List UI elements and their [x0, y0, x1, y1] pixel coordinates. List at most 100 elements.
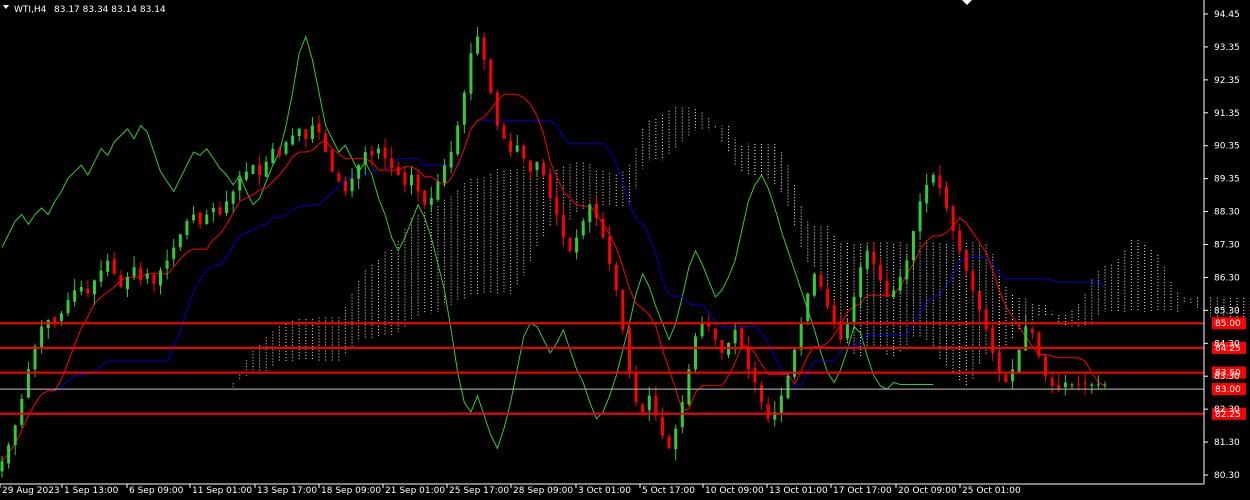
candle-body — [720, 339, 724, 353]
candle-body — [284, 142, 288, 154]
x-axis-ticks: 29 Aug 2023 1 Sep 13:00 6 Sep 09:00 11 Sep … — [0, 484, 1021, 496]
price-chart[interactable]: 85.00 84.25 83.50 82.25 83.00 94.45 93.35 92.3… — [0, 0, 1250, 500]
candle-body — [152, 274, 156, 284]
candle-body — [766, 404, 770, 419]
candle-body — [925, 184, 929, 204]
candle-body — [627, 328, 631, 373]
candle-body — [436, 181, 440, 200]
x-tick-label: 13 Sep 17:00 — [257, 486, 317, 496]
x-tick-label: 11 Sep 01:00 — [192, 486, 252, 496]
candle-body — [931, 175, 935, 183]
candle-body — [238, 178, 242, 191]
candle-body — [561, 215, 565, 238]
candles — [0, 27, 1107, 478]
candle-body — [581, 221, 585, 236]
candle-body — [528, 160, 532, 172]
candle-body — [317, 123, 321, 133]
chart-canvas[interactable]: 85.0084.2583.5082.2583.00 94.4593.3592.3… — [0, 0, 1250, 500]
candle-body — [66, 300, 70, 314]
candle-body — [86, 288, 90, 294]
x-tick-label: 29 Aug 2023 — [2, 486, 60, 496]
candle-body — [139, 267, 143, 281]
x-tick-label: 13 Oct 01:00 — [769, 486, 828, 496]
candle-body — [687, 369, 691, 405]
y-tick-label: 86.30 — [1214, 273, 1240, 283]
candle-body — [964, 250, 968, 271]
candle-body — [951, 206, 955, 232]
candle-body — [918, 201, 922, 232]
candle-body — [542, 162, 546, 176]
candle-body — [79, 286, 83, 292]
candle-body — [872, 252, 876, 264]
candle-body — [416, 175, 420, 192]
candle-body — [258, 164, 262, 176]
candle-body — [443, 165, 447, 184]
candle-body — [878, 265, 882, 281]
x-tick-label: 28 Sep 09:00 — [513, 486, 573, 496]
candle-body — [753, 368, 757, 383]
candle-body — [1077, 384, 1081, 386]
y-tick-label: 89.35 — [1214, 175, 1240, 185]
x-tick-label: 25 Oct 01:00 — [962, 486, 1021, 496]
candle-body — [654, 395, 658, 416]
candle-body — [145, 273, 149, 279]
candle-body — [205, 214, 209, 224]
candle-body — [971, 271, 975, 291]
x-tick-label: 21 Sep 01:00 — [385, 486, 445, 496]
y-tick-label: 84.30 — [1214, 339, 1240, 349]
candle-body — [984, 309, 988, 330]
shift-marker-icon[interactable] — [962, 0, 972, 5]
x-tick-label: 25 Sep 17:00 — [449, 486, 509, 496]
candle-body — [456, 125, 460, 155]
candle-body — [390, 158, 394, 169]
candle-body — [594, 204, 598, 218]
candle-body — [99, 270, 103, 282]
candle-body — [231, 191, 235, 204]
candle-body — [7, 445, 11, 464]
candle-body — [555, 197, 559, 215]
candle-body — [370, 151, 374, 156]
candle-body — [522, 145, 526, 159]
candle-body — [165, 260, 169, 269]
candle-body — [1090, 384, 1094, 386]
chart-header[interactable]: WTI,H4 83.17 83.34 83.14 83.14 — [3, 0, 972, 15]
ichimoku-cloud — [232, 107, 1250, 388]
candle-body — [218, 207, 222, 215]
y-tick-label: 91.35 — [1214, 109, 1240, 119]
candle-body — [641, 404, 645, 413]
candle-body — [92, 280, 96, 295]
candle-body — [383, 147, 387, 159]
y-tick-label: 87.30 — [1214, 241, 1240, 251]
candle-body — [845, 323, 849, 339]
triangle-down-icon[interactable] — [3, 5, 9, 9]
candle-body — [20, 398, 24, 425]
candle-body — [337, 173, 341, 182]
candle-body — [376, 148, 380, 154]
candle-body — [449, 151, 453, 168]
candle-body — [1057, 384, 1061, 390]
candle-body — [264, 161, 268, 177]
candle-body — [409, 175, 413, 186]
y-tick-label: 92.35 — [1214, 76, 1240, 86]
candle-body — [832, 305, 836, 324]
y-axis-ticks: 94.45 93.35 92.35 91.35 90.35 89.35 88.30 87.30… — [1204, 10, 1240, 481]
candle-body — [978, 291, 982, 311]
candle-body — [106, 260, 110, 272]
y-tick-label: 81.30 — [1214, 438, 1240, 448]
candle-body — [324, 133, 328, 152]
candle-body — [363, 151, 367, 165]
candle-body — [694, 336, 698, 370]
candle-body — [132, 267, 136, 277]
candle-body — [1063, 382, 1067, 388]
candle-body — [614, 264, 618, 291]
candle-body — [548, 173, 552, 199]
chikou-span — [1, 35, 934, 450]
candle-body — [812, 273, 816, 296]
candle-body — [588, 204, 592, 223]
candle-body — [469, 53, 473, 94]
candle-body — [343, 181, 347, 192]
x-tick-label: 1 Sep 13:00 — [64, 486, 119, 496]
chikou-line — [1, 35, 934, 450]
y-tick-label: 90.35 — [1214, 142, 1240, 152]
y-tick-label: 83.30 — [1214, 372, 1240, 382]
